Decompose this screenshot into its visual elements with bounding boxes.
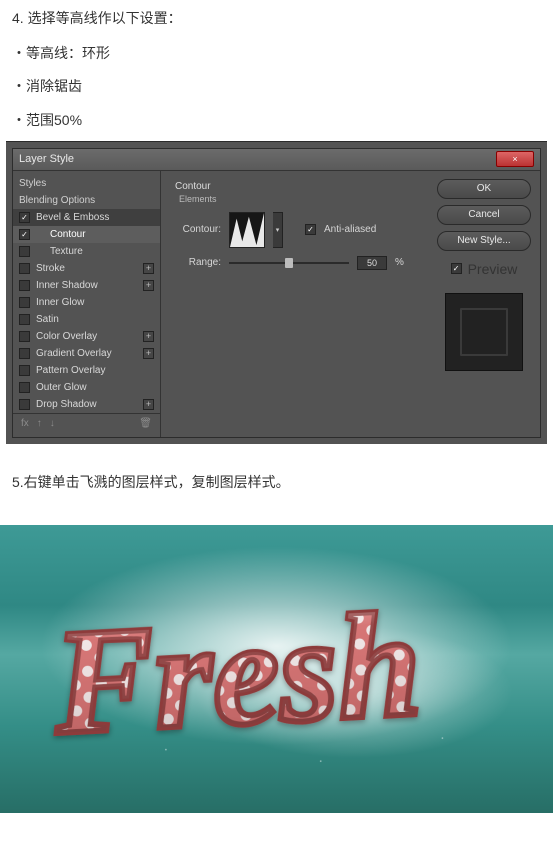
ring-contour-icon <box>230 213 264 247</box>
range-slider[interactable] <box>229 257 349 269</box>
sidebar-item-drop-shadow[interactable]: Drop Shadow+ <box>13 396 160 413</box>
checkbox-icon[interactable] <box>19 212 30 223</box>
arrow-up-icon[interactable]: ↑ <box>37 418 42 429</box>
sidebar-item-bevel-emboss[interactable]: Bevel & Emboss <box>13 209 160 226</box>
checkbox-icon[interactable] <box>19 382 30 393</box>
sidebar-item-stroke[interactable]: Stroke+ <box>13 260 160 277</box>
sidebar-item-gradient-overlay[interactable]: Gradient Overlay+ <box>13 345 160 362</box>
cancel-button[interactable]: Cancel <box>437 205 531 225</box>
sidebar-item-inner-glow[interactable]: Inner Glow <box>13 294 160 311</box>
preview-swatch <box>445 293 523 371</box>
trash-icon[interactable]: 🗑 <box>139 418 152 429</box>
fresh-highlight: Fresh <box>48 581 424 766</box>
sidebar-item-styles[interactable]: Styles <box>13 175 160 192</box>
fresh-text-art: Fresh Fresh <box>42 563 512 783</box>
fx-icon[interactable]: fx <box>21 418 29 429</box>
layer-style-screenshot: Layer Style × Styles Blending Options Be… <box>6 141 547 444</box>
plus-icon[interactable]: + <box>143 280 154 291</box>
checkbox-icon[interactable] <box>19 365 30 376</box>
step-5-title: 5.右键单击飞溅的图层样式，复制图层样式。 <box>0 464 553 505</box>
step-4-bullet-contour: 等高线：环形 <box>0 41 553 74</box>
anti-aliased-label: Anti-aliased <box>324 224 376 235</box>
range-input[interactable]: 50 <box>357 256 387 270</box>
step-4-bullet-range: 范围50% <box>0 108 553 141</box>
ok-button[interactable]: OK <box>437 179 531 199</box>
panel-title: Contour <box>175 181 418 192</box>
new-style-button[interactable]: New Style... <box>437 231 531 251</box>
sidebar-item-outer-glow[interactable]: Outer Glow <box>13 379 160 396</box>
plus-icon[interactable]: + <box>143 263 154 274</box>
sidebar-item-inner-shadow[interactable]: Inner Shadow+ <box>13 277 160 294</box>
panel-subtitle: Elements <box>175 194 418 204</box>
checkbox-icon[interactable] <box>19 331 30 342</box>
dialog-buttons: OK Cancel New Style... Preview <box>432 171 540 437</box>
sidebar-item-blending-options[interactable]: Blending Options <box>13 192 160 209</box>
result-image: Fresh Fresh <box>0 525 553 813</box>
arrow-down-icon[interactable]: ↓ <box>50 418 55 429</box>
preview-checkbox[interactable] <box>451 263 462 274</box>
chevron-down-icon[interactable]: ▾ <box>273 212 283 248</box>
step-4-title: 4. 选择等高线作以下设置： <box>0 0 553 41</box>
dialog-title: Layer Style <box>19 153 496 165</box>
preview-label: Preview <box>468 261 518 277</box>
checkbox-icon[interactable] <box>19 229 30 240</box>
contour-panel: Contour Elements Contour: ▾ <box>161 171 432 437</box>
sidebar-item-satin[interactable]: Satin <box>13 311 160 328</box>
checkbox-icon[interactable] <box>19 399 30 410</box>
layer-style-dialog: Layer Style × Styles Blending Options Be… <box>12 148 541 438</box>
checkbox-icon[interactable] <box>19 280 30 291</box>
step-4-bullet-antialias: 消除锯齿 <box>0 74 553 107</box>
plus-icon[interactable]: + <box>143 348 154 359</box>
checkbox-icon[interactable] <box>19 348 30 359</box>
checkbox-icon[interactable] <box>19 246 30 257</box>
sidebar-item-contour[interactable]: Contour <box>13 226 160 243</box>
checkbox-icon[interactable] <box>19 263 30 274</box>
sidebar-item-pattern-overlay[interactable]: Pattern Overlay <box>13 362 160 379</box>
styles-sidebar: Styles Blending Options Bevel & Emboss C… <box>13 171 161 437</box>
sidebar-footer: fx ↑ ↓ 🗑 <box>13 413 160 433</box>
plus-icon[interactable]: + <box>143 399 154 410</box>
checkbox-icon[interactable] <box>19 314 30 325</box>
close-icon[interactable]: × <box>496 151 534 167</box>
anti-aliased-checkbox[interactable] <box>305 224 316 235</box>
sidebar-item-color-overlay[interactable]: Color Overlay+ <box>13 328 160 345</box>
plus-icon[interactable]: + <box>143 331 154 342</box>
range-label: Range: <box>175 257 221 268</box>
contour-picker[interactable] <box>229 212 265 248</box>
sidebar-item-texture[interactable]: Texture <box>13 243 160 260</box>
checkbox-icon[interactable] <box>19 297 30 308</box>
range-unit: % <box>395 257 404 268</box>
contour-label: Contour: <box>175 224 221 235</box>
dialog-titlebar[interactable]: Layer Style × <box>13 149 540 171</box>
